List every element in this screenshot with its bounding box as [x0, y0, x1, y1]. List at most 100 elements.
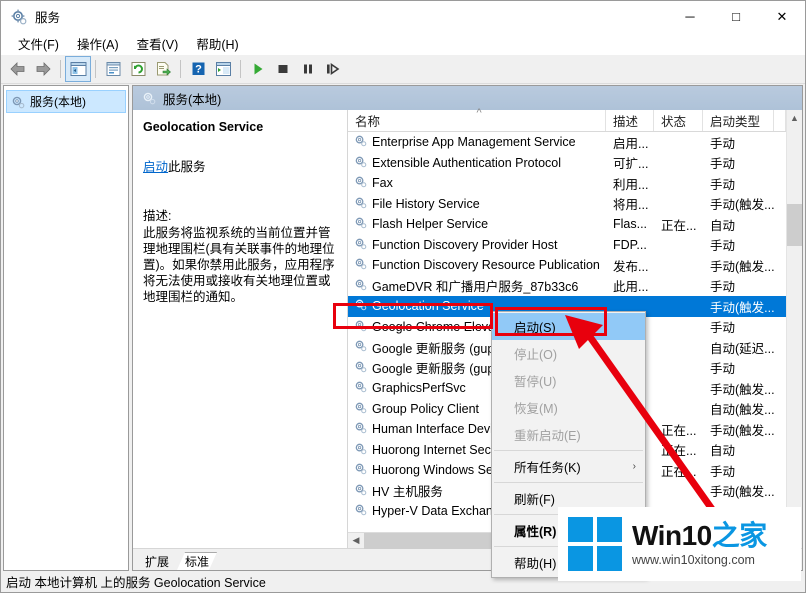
menu-item-label: 暂停(U): [514, 375, 557, 389]
service-status-cell: 正在...: [661, 218, 697, 233]
service-description-cell: Flas...: [613, 217, 648, 232]
back-arrow-icon[interactable]: [6, 57, 30, 81]
service-name-label: GameDVR 和广播用户服务_87b33c6: [372, 280, 579, 295]
services-gear-icon: [354, 257, 367, 273]
services-gear-icon: [354, 462, 367, 478]
menu-help[interactable]: 帮助(H): [187, 32, 247, 55]
menu-view[interactable]: 查看(V): [128, 32, 188, 55]
service-name-label: Google Chrome Elevat: [372, 319, 499, 334]
vertical-scrollbar[interactable]: ▲: [786, 110, 802, 548]
service-startup-cell: 手动: [710, 321, 736, 336]
forward-arrow-icon[interactable]: [31, 57, 55, 81]
column-header-filler: [774, 110, 786, 131]
service-name-cell: Fax: [348, 175, 606, 191]
table-row[interactable]: Function Discovery Provider Host FDP... …: [348, 235, 786, 256]
service-name-label: Flash Helper Service: [372, 217, 489, 232]
tree-item-services-local[interactable]: 服务(本地): [6, 90, 126, 113]
menu-item-label: 属性(R): [514, 525, 557, 539]
column-header-description[interactable]: 描述: [606, 110, 654, 131]
close-button[interactable]: ✕: [759, 1, 805, 32]
service-name-cell: Extensible Authentication Protocol: [348, 155, 606, 171]
service-name-label: Function Discovery Provider Host: [372, 237, 558, 252]
toolbar-separator-3: [180, 60, 181, 78]
console-tree-pane: 服务(本地): [3, 85, 129, 571]
watermark-brand-secondary: 之家: [711, 520, 768, 551]
scroll-up-icon[interactable]: ▲: [787, 110, 802, 126]
context-menu-separator-2: [494, 482, 643, 483]
stop-service-icon[interactable]: [271, 57, 295, 81]
properties-icon[interactable]: [101, 57, 125, 81]
list-view-icon[interactable]: [211, 57, 235, 81]
services-gear-icon: [354, 216, 367, 232]
main-body: 服务(本地) 服务(本地) Geolocation Service 启动此服务 …: [1, 84, 805, 571]
watermark-brand-primary: Win10: [632, 520, 712, 551]
menu-item-label: 所有任务(K): [514, 461, 581, 475]
refresh-icon[interactable]: [126, 57, 150, 81]
service-name-label: Human Interface Devic: [372, 422, 500, 437]
service-description-cell: 将用...: [613, 198, 649, 213]
services-gear-icon: [354, 503, 367, 519]
service-name-label: Group Policy Client: [372, 401, 479, 416]
vscroll-track[interactable]: [787, 126, 802, 548]
scroll-left-icon[interactable]: ◀: [348, 535, 364, 546]
column-header-status[interactable]: 状态: [654, 110, 703, 131]
services-gear-icon: [354, 483, 367, 499]
start-service-link[interactable]: 启动: [143, 160, 168, 174]
service-startup-cell: 手动(触发...: [710, 300, 774, 315]
pane-header-label: 服务(本地): [163, 92, 222, 107]
table-row[interactable]: GameDVR 和广播用户服务_87b33c6 此用... 手动: [348, 276, 786, 297]
services-gear-icon: [354, 442, 367, 458]
help-icon[interactable]: ?: [186, 57, 210, 81]
vscroll-thumb[interactable]: [787, 204, 802, 246]
service-startup-cell: 手动: [710, 136, 736, 151]
menu-item-label: 启动(S): [514, 321, 556, 335]
service-name-cell: GameDVR 和广播用户服务_87b33c6: [348, 276, 606, 295]
list-header: 名称 描述 状态 启动类型: [348, 107, 786, 132]
start-service-icon[interactable]: [246, 57, 270, 81]
service-startup-cell: 手动(触发...: [710, 485, 774, 500]
restart-service-icon[interactable]: [321, 57, 345, 81]
tab-extended[interactable]: 扩展: [137, 552, 177, 570]
service-startup-cell: 自动: [710, 444, 736, 459]
title-bar: 服务 ─ □ ✕: [1, 1, 805, 32]
table-row[interactable]: Fax 利用... 手动: [348, 173, 786, 194]
maximize-button[interactable]: □: [713, 1, 759, 32]
menu-action[interactable]: 操作(A): [68, 32, 128, 55]
table-row[interactable]: Extensible Authentication Protocol 可扩...…: [348, 153, 786, 174]
minimize-button[interactable]: ─: [667, 1, 713, 32]
context-menu-all-tasks[interactable]: 所有任务(K) ›: [492, 453, 645, 480]
context-menu-stop: 停止(O): [492, 340, 645, 367]
service-startup-cell: 手动(触发...: [710, 423, 774, 438]
table-row[interactable]: File History Service 将用... 手动(触发...: [348, 194, 786, 215]
watermark-url: www.win10xitong.com: [632, 553, 755, 567]
column-header-startup-type[interactable]: 启动类型: [703, 110, 774, 131]
table-row[interactable]: Flash Helper Service Flas... 正在... 自动: [348, 214, 786, 235]
context-menu-resume: 恢复(M): [492, 394, 645, 421]
toolbar-separator-1: [60, 60, 61, 78]
export-list-icon[interactable]: [151, 57, 175, 81]
services-window: 服务 ─ □ ✕ 文件(F) 操作(A) 查看(V) 帮助(H) ? 服务(本地…: [0, 0, 806, 593]
table-row[interactable]: Function Discovery Resource Publication …: [348, 255, 786, 276]
tab-standard[interactable]: 标准: [177, 552, 217, 570]
menu-item-label: 恢复(M): [514, 402, 558, 416]
menu-item-label: 重新启动(E): [514, 429, 581, 443]
show-hide-console-tree-icon[interactable]: [65, 56, 91, 82]
column-header-name[interactable]: 名称: [348, 107, 606, 131]
pause-service-icon[interactable]: [296, 57, 320, 81]
service-name-cell: Function Discovery Resource Publication: [348, 257, 606, 273]
table-row[interactable]: Enterprise App Management Service 启用... …: [348, 132, 786, 153]
svg-text:?: ?: [195, 64, 202, 76]
service-detail-panel: Geolocation Service 启动此服务 描述: 此服务将监视系统的当…: [133, 110, 348, 548]
menu-item-label: 停止(O): [514, 348, 558, 362]
service-name-label: Google 更新服务 (gup: [372, 341, 495, 356]
service-name-label: Geolocation Service: [372, 299, 484, 314]
context-menu-start[interactable]: 启动(S): [492, 313, 645, 340]
service-startup-cell: 自动(触发...: [710, 403, 774, 418]
menu-file[interactable]: 文件(F): [9, 32, 68, 55]
services-gear-icon: [354, 298, 367, 314]
service-startup-cell: 自动(延迟...: [710, 341, 774, 356]
services-pane: 服务(本地) Geolocation Service 启动此服务 描述: 此服务…: [132, 85, 803, 571]
service-startup-cell: 自动: [710, 218, 736, 233]
service-name-cell: File History Service: [348, 196, 606, 212]
service-name-label: GraphicsPerfSvc: [372, 381, 466, 396]
